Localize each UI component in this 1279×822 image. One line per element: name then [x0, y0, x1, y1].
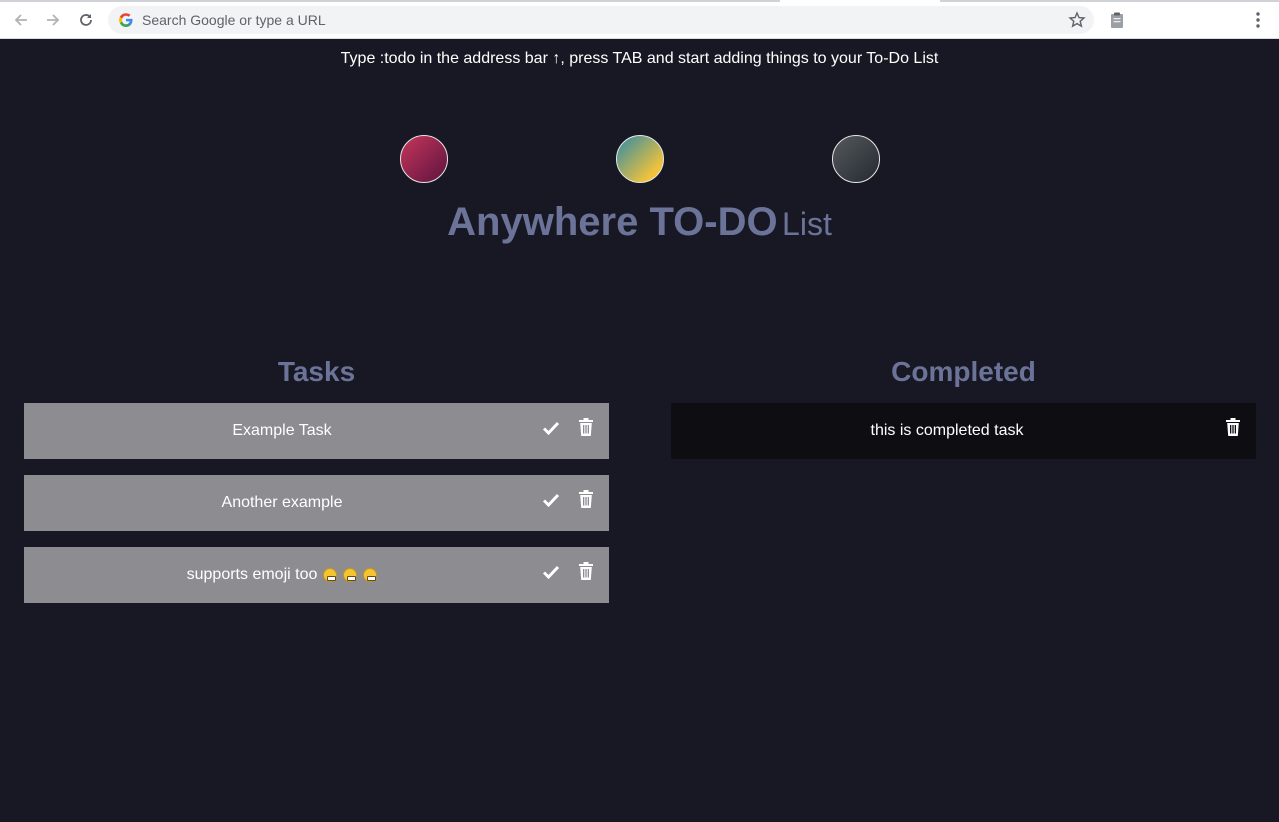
tab-strip-edge [0, 0, 1279, 3]
page-title-sub: List [782, 206, 832, 242]
bookmark-star-icon[interactable] [1068, 11, 1086, 29]
grinning-squinting-face-emoji [343, 568, 358, 582]
arrow-left-icon [14, 14, 27, 26]
reload-icon [80, 14, 92, 26]
theme-picker [0, 135, 1279, 183]
task-text: Another example [221, 494, 343, 511]
trash-icon[interactable] [1226, 418, 1240, 436]
completed-heading: Completed [891, 356, 1036, 387]
task-text-label: supports emoji too [186, 566, 318, 583]
address-bar[interactable]: Search Google or type a URL [108, 6, 1094, 34]
smiling-face-with-sweat-emoji [363, 568, 378, 582]
google-g-icon [119, 13, 133, 27]
grimacing-face-emoji [323, 568, 338, 582]
check-icon[interactable] [542, 420, 560, 436]
check-icon[interactable] [542, 564, 560, 580]
page-title-main: Anywhere TO-DO [447, 200, 778, 244]
usage-hint: Type :todo in the address bar ↑, press T… [340, 50, 939, 67]
task-item: Another example [24, 475, 609, 531]
theme-swatch-blue-yellow[interactable] [616, 135, 664, 183]
completed-task-item: this is completed task [671, 403, 1256, 459]
theme-swatch-crimson[interactable] [400, 135, 448, 183]
clipboard-extension-icon[interactable] [1108, 11, 1126, 29]
tasks-heading: Tasks [277, 356, 356, 387]
page-title: Anywhere TO-DO List [0, 200, 1279, 245]
completed-task-text: this is completed task [870, 422, 1024, 439]
theme-swatch-charcoal[interactable] [832, 135, 880, 183]
reload-button[interactable] [75, 9, 97, 31]
browser-menu-icon[interactable] [1249, 10, 1267, 30]
forward-button[interactable] [42, 9, 64, 31]
check-icon[interactable] [542, 492, 560, 508]
back-button[interactable] [10, 9, 32, 31]
trash-icon[interactable] [579, 562, 593, 580]
browser-toolbar: Search Google or type a URL [0, 0, 1279, 39]
task-text: Example Task [232, 422, 332, 439]
trash-icon[interactable] [579, 418, 593, 436]
trash-icon[interactable] [579, 490, 593, 508]
task-item: supports emoji too [24, 547, 609, 603]
task-text: supports emoji too [24, 547, 540, 603]
address-bar-placeholder: Search Google or type a URL [142, 12, 326, 28]
arrow-right-icon [47, 14, 60, 26]
task-item: Example Task [24, 403, 609, 459]
